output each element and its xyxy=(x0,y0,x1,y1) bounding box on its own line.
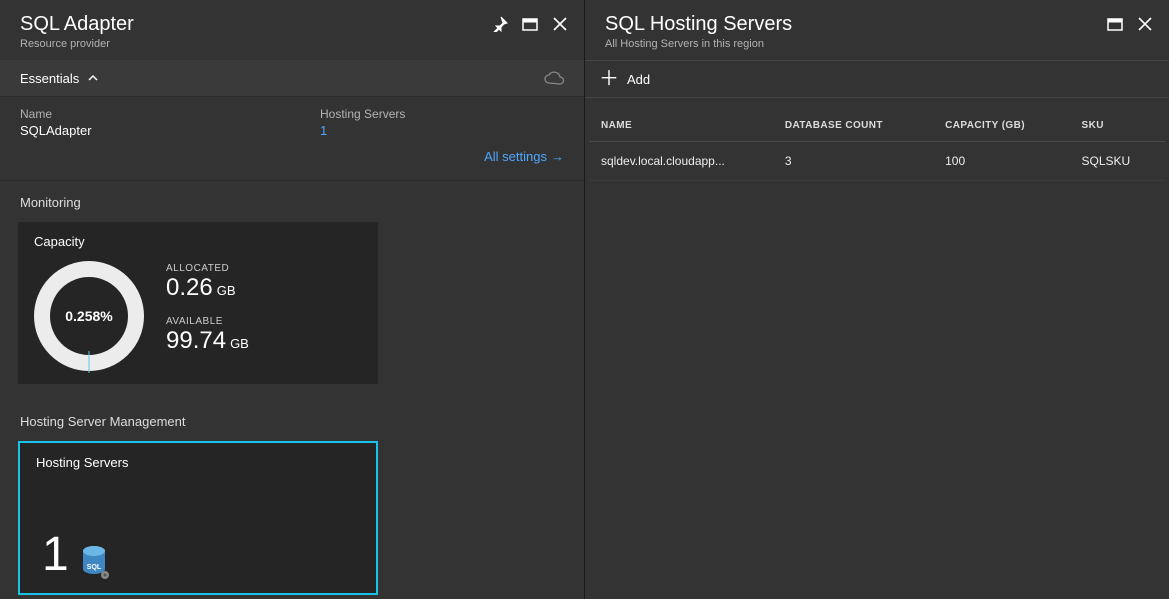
essentials-name-value: SQLAdapter xyxy=(20,123,280,138)
blade-title: SQL Hosting Servers xyxy=(605,12,792,36)
col-sku[interactable]: SKU xyxy=(1070,110,1165,142)
col-name[interactable]: NAME xyxy=(589,110,773,142)
cell-capacity: 100 xyxy=(933,142,1069,181)
add-button-label: Add xyxy=(627,72,650,87)
cell-sku: SQLSKU xyxy=(1070,142,1165,181)
plus-icon: ＋ xyxy=(599,69,619,89)
sql-database-icon: SQL xyxy=(79,545,109,579)
essentials-name-label: Name xyxy=(20,107,280,121)
col-capacity[interactable]: CAPACITY (GB) xyxy=(933,110,1069,142)
hosting-tile-title: Hosting Servers xyxy=(36,455,360,470)
col-db-count[interactable]: DATABASE COUNT xyxy=(773,110,933,142)
close-icon[interactable] xyxy=(552,16,568,32)
svg-text:SQL: SQL xyxy=(87,564,102,571)
essentials-body: Name SQLAdapter Hosting Servers 1 xyxy=(0,97,584,144)
allocated-label: ALLOCATED xyxy=(166,263,249,274)
blade-title: SQL Adapter xyxy=(20,12,134,36)
all-settings-text: All settings xyxy=(484,149,547,164)
essentials-hosting-link[interactable]: 1 xyxy=(320,123,405,138)
chevron-up-icon xyxy=(87,72,99,84)
allocated-value: 0.26 xyxy=(166,274,213,301)
essentials-hosting-label: Hosting Servers xyxy=(320,107,405,121)
available-unit: GB xyxy=(230,336,249,351)
cell-name: sqldev.local.cloudapp... xyxy=(589,142,773,181)
blade-header: SQL Hosting Servers All Hosting Servers … xyxy=(585,0,1169,60)
hosting-count-value: 1 xyxy=(42,531,69,579)
maximize-icon[interactable] xyxy=(522,16,538,32)
table-row[interactable]: sqldev.local.cloudapp...3100SQLSKU xyxy=(589,142,1165,181)
command-bar: ＋ Add xyxy=(585,60,1169,98)
arrow-right-icon: → xyxy=(551,149,564,164)
cloud-icon xyxy=(542,70,566,86)
capacity-tile-title: Capacity xyxy=(34,234,362,249)
essentials-label: Essentials xyxy=(20,71,79,86)
sql-hosting-servers-blade: SQL Hosting Servers All Hosting Servers … xyxy=(585,0,1169,599)
essentials-toggle-bar[interactable]: Essentials xyxy=(0,60,584,97)
capacity-tile[interactable]: Capacity 0.258% ALLOCATED 0.26 GB AVAILAB… xyxy=(18,222,378,384)
blade-subtitle: Resource provider xyxy=(20,38,134,50)
table-header-row: NAME DATABASE COUNT CAPACITY (GB) SKU xyxy=(589,110,1165,142)
all-settings-link[interactable]: All settings → xyxy=(484,149,564,164)
blade-header: SQL Adapter Resource provider xyxy=(0,0,584,60)
available-label: AVAILABLE xyxy=(166,316,249,327)
hosting-mgmt-section-title: Hosting Server Management xyxy=(0,400,584,437)
capacity-donut-chart: 0.258% xyxy=(34,261,144,371)
monitoring-section-title: Monitoring xyxy=(0,181,584,218)
available-value: 99.74 xyxy=(166,327,226,354)
close-icon[interactable] xyxy=(1137,16,1153,32)
blade-subtitle: All Hosting Servers in this region xyxy=(605,38,792,50)
cell-db-count: 3 xyxy=(773,142,933,181)
hosting-servers-tile[interactable]: Hosting Servers 1 SQL xyxy=(18,441,378,595)
allocated-unit: GB xyxy=(217,283,236,298)
pin-icon[interactable] xyxy=(492,16,508,32)
sql-adapter-blade: SQL Adapter Resource provider Essentials… xyxy=(0,0,585,599)
add-button[interactable]: ＋ Add xyxy=(599,69,1155,89)
maximize-icon[interactable] xyxy=(1107,16,1123,32)
capacity-percent: 0.258% xyxy=(34,261,144,371)
hosting-servers-table: NAME DATABASE COUNT CAPACITY (GB) SKU sq… xyxy=(585,98,1169,181)
